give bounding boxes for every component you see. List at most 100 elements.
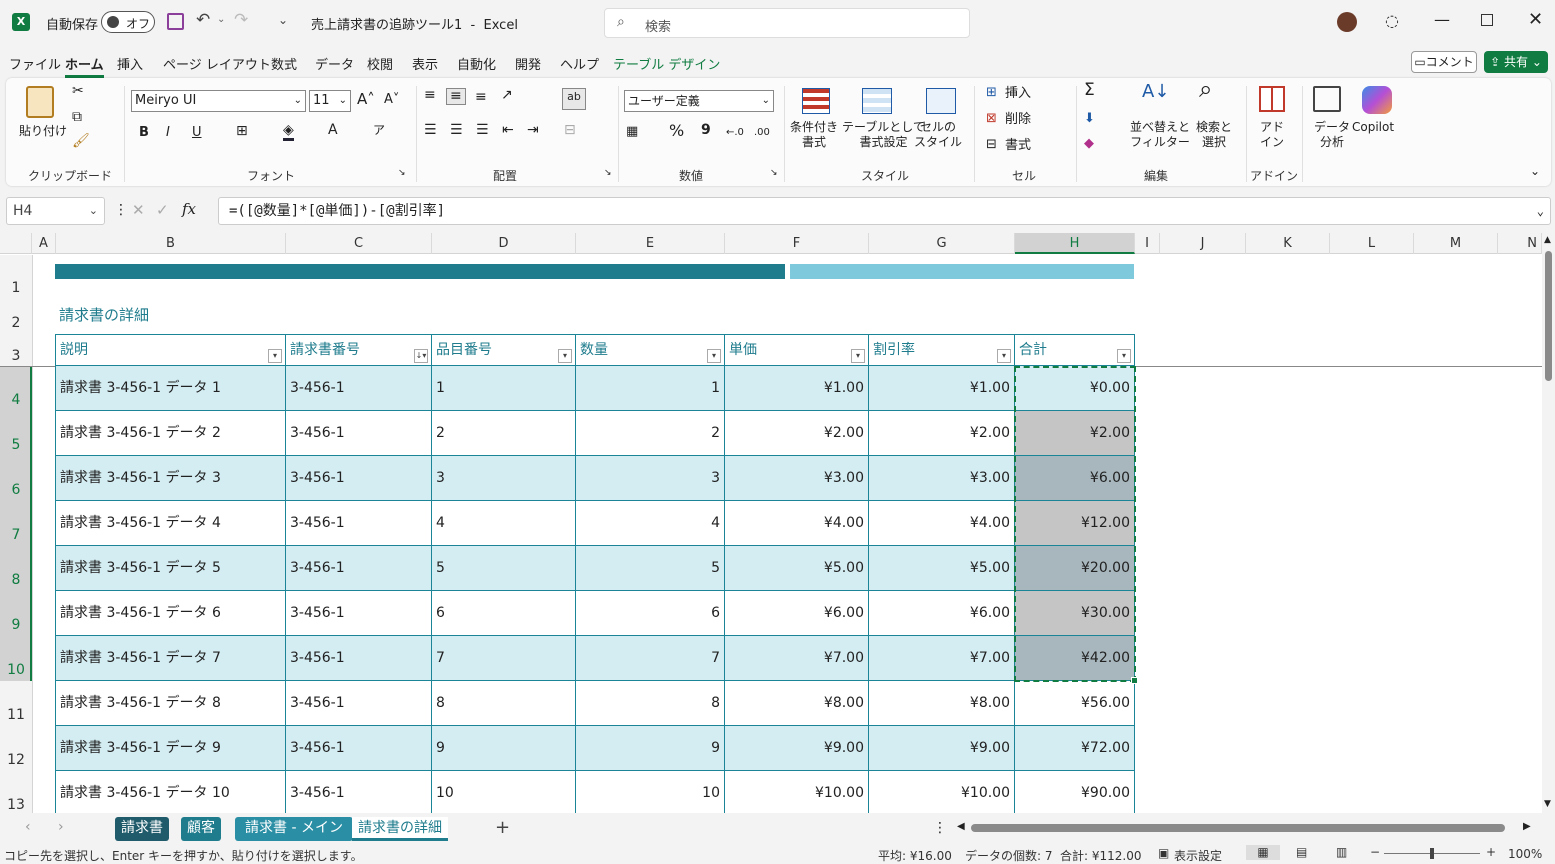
column-header[interactable]: B [56, 233, 286, 254]
row-header[interactable]: 7 [0, 501, 32, 546]
table-cell[interactable]: ¥8.00 [869, 681, 1015, 726]
sheet-tab-invoice[interactable]: 請求書 [115, 817, 169, 841]
vertical-scroll-thumb[interactable] [1545, 251, 1552, 381]
status-average[interactable]: 平均: ¥16.00 [878, 847, 952, 864]
table-cell[interactable]: ¥30.00 [1015, 591, 1135, 636]
currency-format-icon[interactable]: ▦ [626, 124, 638, 139]
increase-indent-icon[interactable]: ⇥ [527, 123, 539, 138]
table-cell[interactable]: 3 [576, 456, 725, 501]
table-cell[interactable]: 4 [576, 501, 725, 546]
horizontal-scrollbar[interactable]: ◀ ▶ [955, 821, 1537, 835]
lightbulb-icon[interactable]: ◌ [1385, 11, 1399, 30]
page-break-view-icon[interactable]: ▥ [1336, 845, 1347, 859]
merge-center-icon[interactable]: ⊟ [564, 123, 576, 138]
table-header-invoice-number[interactable]: 請求書番号 ↓▾ [286, 334, 432, 366]
table-cell[interactable]: 1 [576, 366, 725, 411]
table-header-discount[interactable]: 割引率 ▾ [869, 334, 1015, 366]
column-header[interactable]: D [432, 233, 576, 254]
column-header[interactable]: F [725, 233, 869, 254]
underline-button[interactable]: U [192, 125, 202, 140]
table-header-item-number[interactable]: 品目番号 ▾ [432, 334, 576, 366]
table-cell[interactable]: 請求書 3-456-1 データ 4 [55, 501, 286, 546]
table-cell[interactable]: 請求書 3-456-1 データ 6 [55, 591, 286, 636]
row-header[interactable]: 4 [0, 366, 32, 411]
table-cell[interactable]: 3-456-1 [286, 411, 432, 456]
table-cell[interactable]: ¥1.00 [869, 366, 1015, 411]
table-cell[interactable]: 5 [432, 546, 576, 591]
autosum-icon[interactable]: Σ [1084, 82, 1095, 99]
normal-view-icon[interactable]: ▦ [1246, 845, 1280, 860]
grow-font-icon[interactable]: A˄ [357, 92, 375, 107]
table-cell[interactable]: ¥56.00 [1015, 681, 1135, 726]
tab-insert[interactable]: 挿入 [117, 54, 143, 73]
table-cell[interactable]: 8 [576, 681, 725, 726]
table-cell[interactable]: 請求書 3-456-1 データ 8 [55, 681, 286, 726]
add-sheet-icon[interactable]: + [495, 817, 510, 838]
vertical-scrollbar[interactable]: ▲ ▼ [1542, 233, 1555, 813]
filter-dropdown-icon[interactable]: ▾ [558, 349, 572, 363]
table-cell[interactable]: ¥20.00 [1015, 546, 1135, 591]
number-dialog-launcher-icon[interactable]: ↘ [770, 166, 778, 181]
table-cell[interactable]: ¥9.00 [869, 726, 1015, 771]
table-cell[interactable]: 2 [576, 411, 725, 456]
status-count[interactable]: データの個数: 7 [965, 847, 1053, 864]
copy-icon[interactable]: ⧉ [72, 110, 82, 125]
page-layout-view-icon[interactable]: ▤ [1296, 845, 1307, 859]
undo-dropdown-icon[interactable]: ⌄ [217, 14, 225, 25]
zoom-level[interactable]: 100% [1508, 847, 1542, 861]
font-dialog-launcher-icon[interactable]: ↘ [398, 166, 406, 181]
tab-page-layout[interactable]: ページ レイアウト [163, 54, 271, 73]
sort-filter-dropdown-icon[interactable]: ↓▾ [414, 349, 428, 363]
addin-button[interactable]: アド イン [1260, 120, 1284, 150]
table-cell[interactable]: ¥6.00 [1015, 456, 1135, 501]
scroll-left-icon[interactable]: ◀ [957, 821, 965, 832]
ribbon-collapse-icon[interactable]: ⌄ [1530, 164, 1540, 179]
table-cell[interactable]: 請求書 3-456-1 データ 9 [55, 726, 286, 771]
table-cell[interactable]: 請求書 3-456-1 データ 10 [55, 771, 286, 813]
table-cell[interactable]: ¥6.00 [725, 591, 869, 636]
row-header[interactable]: 12 [0, 726, 32, 771]
filter-dropdown-icon[interactable]: ▾ [851, 349, 865, 363]
comma-style-button[interactable]: 9 [701, 123, 711, 138]
tab-home[interactable]: ホーム [65, 54, 104, 78]
minimize-icon[interactable]: — [1434, 10, 1450, 29]
tab-data[interactable]: データ [315, 54, 354, 73]
table-cell[interactable]: ¥3.00 [869, 456, 1015, 501]
tab-file[interactable]: ファイル [9, 54, 61, 73]
column-header[interactable]: M [1414, 233, 1498, 254]
cut-icon[interactable]: ✂ [72, 84, 84, 99]
wrap-text-icon[interactable]: ab [562, 88, 586, 110]
row-header[interactable]: 8 [0, 546, 32, 591]
row-header[interactable]: 10 [0, 636, 32, 681]
italic-button[interactable]: I [166, 125, 170, 140]
tab-table-design[interactable]: テーブル デザイン [613, 54, 720, 73]
zoom-out-icon[interactable]: − [1370, 845, 1380, 859]
align-center-icon[interactable]: ☰ [450, 123, 463, 138]
table-cell[interactable]: ¥5.00 [725, 546, 869, 591]
insert-function-icon[interactable]: fx [182, 200, 196, 218]
cancel-icon[interactable]: ✕ [132, 201, 145, 219]
more-options-icon[interactable]: ⋮ [114, 202, 128, 218]
next-sheet-icon[interactable]: › [58, 819, 64, 835]
sheet-tab-invoice-details[interactable]: 請求書の詳細 [352, 817, 448, 841]
copilot-button[interactable]: Copilot [1352, 120, 1394, 135]
paste-button[interactable]: 貼り付け [19, 124, 67, 139]
table-cell[interactable]: 6 [576, 591, 725, 636]
fill-icon[interactable]: ⬇ [1084, 111, 1095, 126]
table-cell[interactable]: ¥7.00 [869, 636, 1015, 681]
bold-button[interactable]: B [139, 125, 149, 140]
search-box[interactable]: ⌕ 検索 [604, 8, 970, 38]
decrease-decimal-icon[interactable]: .00 [754, 125, 770, 140]
filter-dropdown-icon[interactable]: ▾ [1117, 349, 1131, 363]
scroll-right-icon[interactable]: ▶ [1523, 821, 1531, 832]
display-settings-button[interactable]: 表示設定 [1174, 847, 1222, 864]
table-cell[interactable]: 請求書 3-456-1 データ 2 [55, 411, 286, 456]
select-all-corner[interactable] [0, 233, 32, 254]
undo-icon[interactable]: ↶ [196, 10, 210, 30]
name-box[interactable]: H4 ⌄ [6, 197, 105, 225]
save-icon[interactable] [167, 13, 184, 30]
font-name-select[interactable]: Meiryo UI ⌄ [131, 90, 306, 112]
formula-input[interactable]: =([@数量]*[@単価])-[@割引率] ⌄ [218, 197, 1551, 225]
tab-review[interactable]: 校閲 [367, 54, 393, 73]
table-cell[interactable]: ¥3.00 [725, 456, 869, 501]
